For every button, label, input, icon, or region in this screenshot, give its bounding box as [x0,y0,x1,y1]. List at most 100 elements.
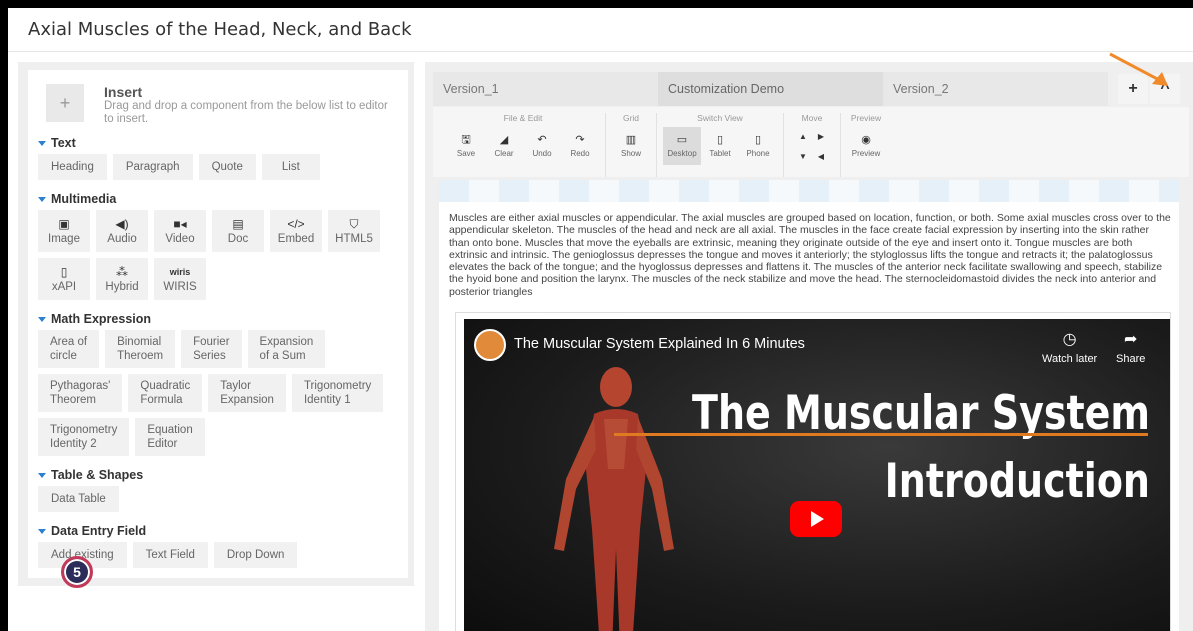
toolbar-group-file-edit: File & Edit 🖫 Save ◢ Clear ↶ Undo ↷ Redo [441,113,606,177]
xapi-file-icon: ▯ [60,265,68,279]
component-data-table[interactable]: Data Table [38,486,119,512]
caret-down-icon [38,316,46,322]
video-headline-1: The Muscular System [692,385,1150,440]
component-quote[interactable]: Quote [198,154,256,180]
section-data-entry-header[interactable]: Data Entry Field [38,524,400,538]
component-wiris[interactable]: wiris WIRIS [154,258,206,300]
image-icon: ▣ [58,217,70,231]
undo-button[interactable]: ↶ Undo [523,127,561,165]
code-icon: </> [287,217,305,231]
component-area-of-circle[interactable]: Area of circle [38,330,100,368]
component-quadratic-formula[interactable]: Quadratic Formula [128,374,203,412]
component-xapi[interactable]: ▯ xAPI [38,258,90,300]
component-video[interactable]: ■◂ Video [154,210,206,252]
tab-version-2[interactable]: Version_2 [883,72,1108,106]
move-up-icon[interactable]: ▲ [796,127,810,145]
component-embed[interactable]: </> Embed [270,210,322,252]
component-text-field[interactable]: Text Field [132,542,208,568]
component-expansion-of-sum[interactable]: Expansion of a Sum [247,330,326,368]
video-headline-2: Introduction [884,453,1150,508]
video-title[interactable]: The Muscular System Explained In 6 Minut… [514,336,805,352]
tablet-icon: ▯ [716,134,724,146]
share-button[interactable]: ➦ Share [1116,329,1145,365]
component-trigonometry-identity-2[interactable]: Trigonometry Identity 2 [38,418,130,456]
editor-toolbar: File & Edit 🖫 Save ◢ Clear ↶ Undo ↷ Redo Gri… [433,107,1189,177]
tablet-view-button[interactable]: ▯ Tablet [701,127,739,165]
editor-canvas[interactable]: Muscles are either axial muscles or appe… [439,180,1179,631]
section-text-header[interactable]: Text [38,136,400,150]
redo-button[interactable]: ↷ Redo [561,127,599,165]
toolbar-group-label: Switch View [697,113,743,123]
component-audio-label: Audio [107,233,137,245]
component-paragraph[interactable]: Paragraph [112,154,193,180]
preview-button[interactable]: ◉ Preview [847,127,885,165]
component-heading[interactable]: Heading [38,154,107,180]
video-component[interactable]: The Muscular System Explained In 6 Minut… [455,312,1171,631]
component-taylor-expansion[interactable]: Taylor Expansion [208,374,286,412]
component-doc[interactable]: ▤ Doc [212,210,264,252]
grid-icon: ▥ [625,134,637,146]
component-image-label: Image [48,233,80,245]
toolbar-group-label: Grid [622,113,640,123]
component-hybrid[interactable]: ⁂ Hybrid [96,258,148,300]
play-button[interactable] [790,501,842,537]
wiris-icon: wiris [169,267,191,277]
tab-customization-demo[interactable]: Customization Demo [658,72,883,106]
youtube-embed[interactable]: The Muscular System Explained In 6 Minut… [464,319,1170,631]
desktop-view-button[interactable]: ▭ Desktop [663,127,701,165]
component-hybrid-label: Hybrid [105,281,139,293]
insert-title: Insert [104,84,143,100]
toolbar-group-preview: Preview ◉ Preview [841,113,891,177]
component-list[interactable]: List [261,154,320,180]
speaker-icon: ◀) [115,217,129,231]
save-icon: 🖫 [461,134,471,146]
section-math-header[interactable]: Math Expression [38,312,400,326]
component-wiris-label: WIRIS [163,281,197,293]
version-tabs: Version_1 Customization Demo Version_2 +… [433,72,1189,106]
phone-icon: ▯ [754,134,762,146]
phone-view-button[interactable]: ▯ Phone [739,127,777,165]
move-down-icon[interactable]: ▼ [796,147,810,165]
component-html5[interactable]: ⛉ HTML5 [328,210,380,252]
move-left-icon[interactable]: ◀ [814,147,828,165]
page-title: Axial Muscles of the Head, Neck, and Bac… [28,19,412,40]
section-multimedia-header[interactable]: Multimedia [38,192,400,206]
editor-paragraph[interactable]: Muscles are either axial muscles or appe… [449,212,1171,298]
section-data-entry-label: Data Entry Field [51,524,147,538]
clear-button[interactable]: ◢ Clear [485,127,523,165]
save-button[interactable]: 🖫 Save [447,127,485,165]
muscle-figure-image [554,367,674,631]
show-grid-button[interactable]: ▥ Show [612,127,650,165]
tab-version-1[interactable]: Version_1 [433,72,658,106]
move-right-icon[interactable]: ▶ [814,127,828,145]
component-fourier-series[interactable]: Fourier Series [181,330,242,368]
toolbar-group-move: Move ▲ ▶ ▼ ◀ [784,113,841,177]
component-doc-label: Doc [227,233,249,245]
component-image[interactable]: ▣ Image [38,210,90,252]
component-binomial-theroem[interactable]: Binomial Theroem [105,330,176,368]
toolbar-group-label: File & Edit [503,113,543,123]
eye-icon: ◉ [861,134,871,146]
component-drop-down[interactable]: Drop Down [213,542,298,568]
section-multimedia-label: Multimedia [51,192,117,206]
toolbar-group-switch-view: Switch View ▭ Desktop ▯ Tablet ▯ Phone [657,113,784,177]
grid-overlay [439,180,1179,202]
channel-logo-icon[interactable] [474,329,506,361]
insert-plus-icon[interactable]: + [46,84,84,122]
component-equation-editor[interactable]: Equation Editor [135,418,205,456]
caret-down-icon [38,528,46,534]
redo-icon: ↷ [575,134,585,146]
component-pythagoras-theorem[interactable]: Pythagoras' Theorem [38,374,123,412]
play-icon [811,511,824,527]
toolbar-group-label: Move [801,113,823,123]
toolbar-group-label: Preview [850,113,882,123]
hybrid-icon: ⁂ [116,265,128,279]
watch-later-button[interactable]: ◷ Watch later [1042,329,1097,365]
component-audio[interactable]: ◀) Audio [96,210,148,252]
section-table-shapes: Table & Shapes Data Table [38,468,400,518]
section-table-header[interactable]: Table & Shapes [38,468,400,482]
section-text-label: Text [51,136,76,150]
component-trigonometry-identity-1[interactable]: Trigonometry Identity 1 [291,374,384,412]
component-video-label: Video [165,233,195,245]
insert-header: + Insert Drag and drop a component from … [46,84,400,126]
